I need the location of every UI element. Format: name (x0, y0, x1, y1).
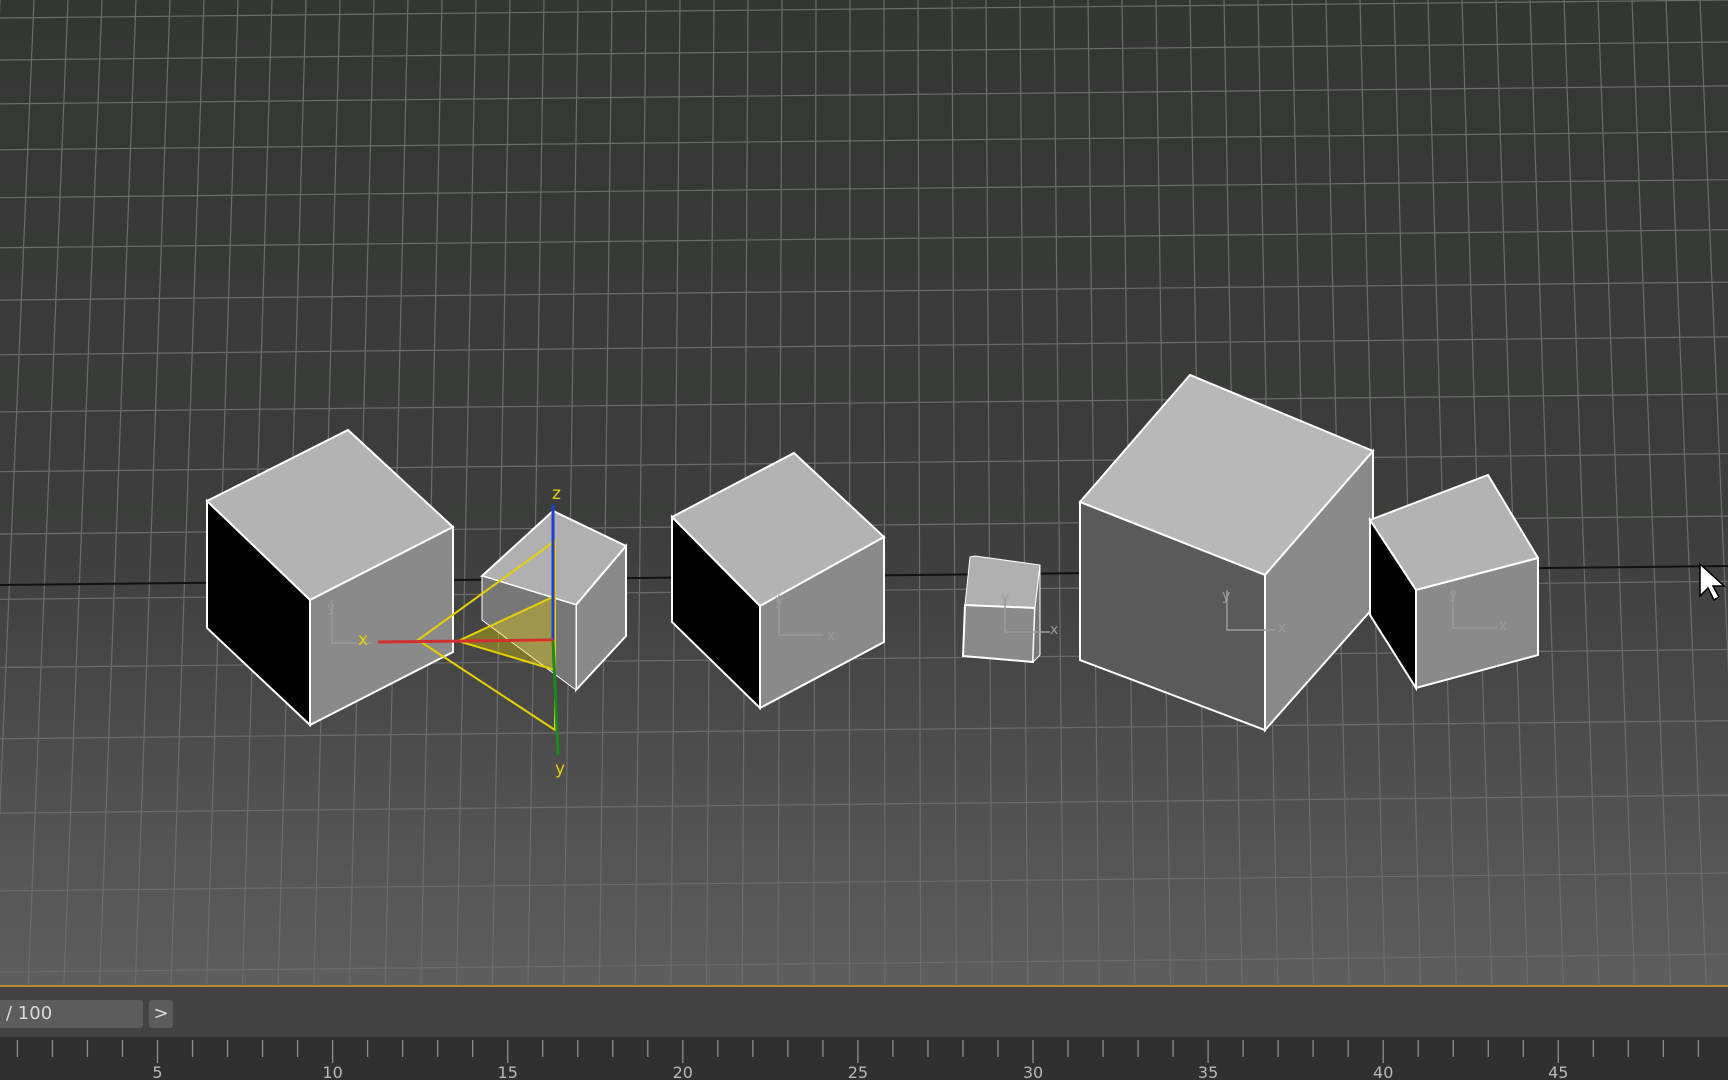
local-x-label-6: x (1499, 618, 1507, 634)
track-bar-ruler[interactable]: 5 10 15 20 25 30 35 40 45 (0, 1037, 1728, 1080)
ruler-tick-label: 40 (1373, 1063, 1393, 1080)
ruler-tick-label: 45 (1548, 1063, 1568, 1080)
ruler-tick-label: 25 (848, 1063, 868, 1080)
ruler-tick-label: 20 (673, 1063, 693, 1080)
local-y-label-4: y (1001, 590, 1009, 606)
local-x-label-4: x (1050, 622, 1058, 638)
local-x-label-5: x (1278, 620, 1286, 636)
gizmo-x-label: x (358, 630, 368, 650)
local-y-label-1: y (327, 600, 335, 616)
local-y-label-5: y (1222, 588, 1230, 604)
perspective-viewport[interactable]: y y x y x y x y x z y x (0, 0, 1728, 985)
box-object-4[interactable] (961, 555, 1041, 664)
time-slider-bar[interactable] (0, 987, 1728, 1037)
gizmo-y-label: y (555, 759, 565, 779)
local-y-label-3: y (775, 593, 783, 609)
local-x-label-3: x (827, 628, 835, 644)
local-y-label-6: y (1449, 586, 1457, 602)
ruler-ticks: 5 10 15 20 25 30 35 40 45 (16, 1040, 1700, 1080)
ruler-tick-label: 10 (322, 1063, 342, 1080)
ruler-tick-label: 5 (152, 1063, 162, 1080)
time-slider-thumb[interactable]: / 100 (0, 1000, 143, 1028)
ruler-tick-label: 30 (1023, 1063, 1043, 1080)
gizmo-z-label: z (552, 484, 561, 504)
next-frame-button[interactable]: > (149, 1000, 173, 1028)
viewport-scene[interactable]: y y x y x y x y x z y x (0, 0, 1728, 985)
gizmo-x-axis[interactable] (377, 638, 554, 644)
ruler-tick-label: 35 (1198, 1063, 1218, 1080)
ruler-tick-label: 15 (498, 1063, 518, 1080)
